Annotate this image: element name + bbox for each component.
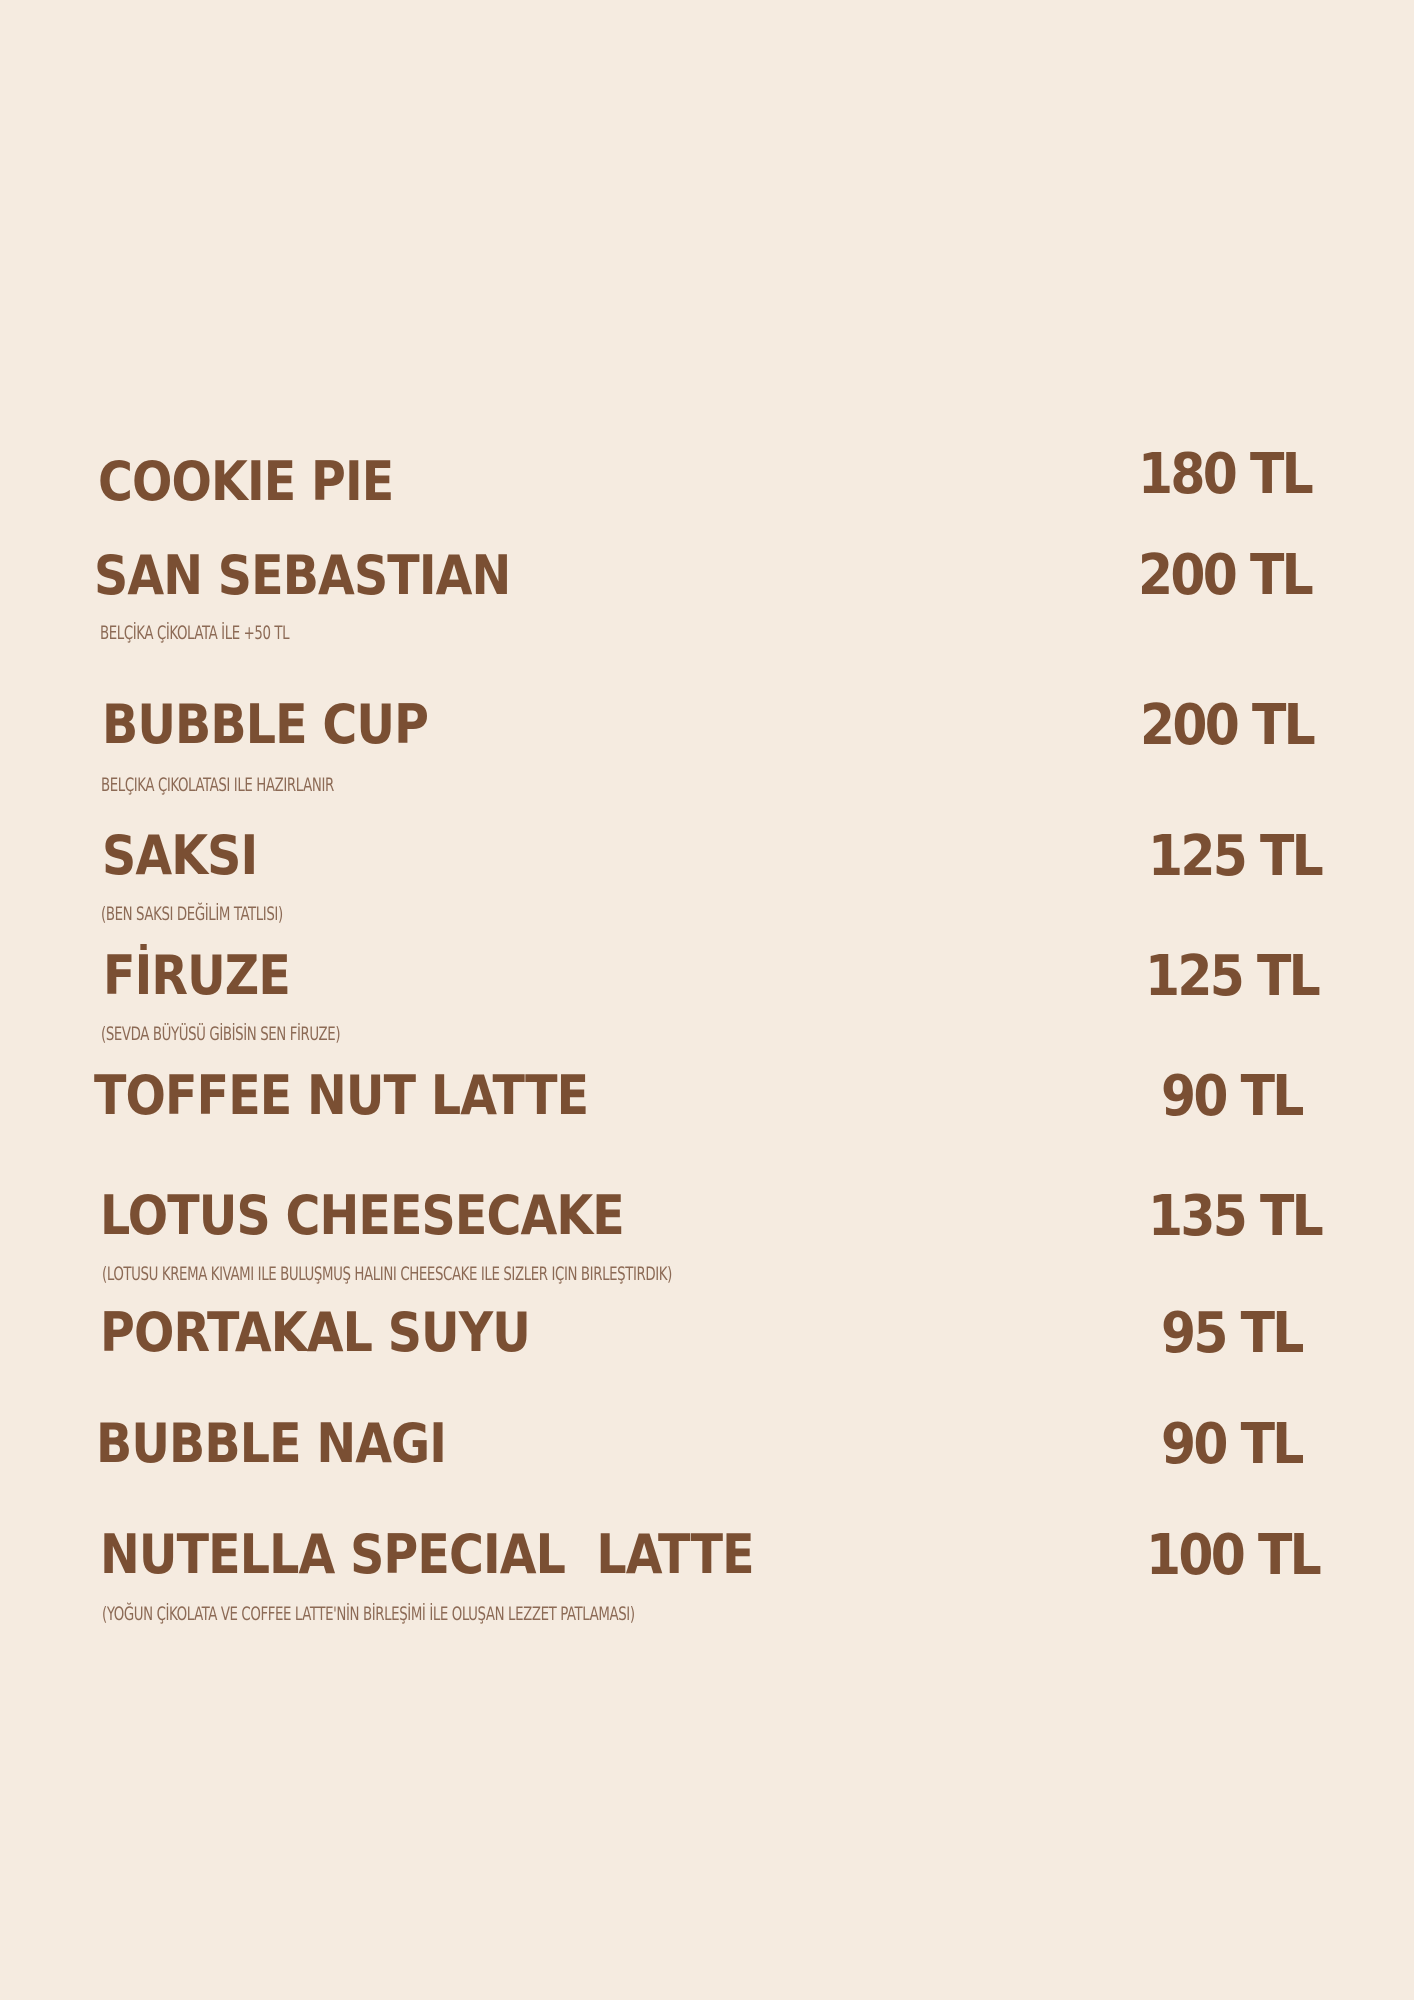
menu-item-price: 125 TL (1148, 824, 1324, 889)
menu-item-name: PORTAKAL SUYU (100, 1301, 531, 1364)
menu-item-name: BUBBLE CUP (102, 693, 429, 756)
menu-item-note: (SEVDA BÜYÜSÜ GİBİSİN SEN FİRUZE) (101, 1023, 341, 1045)
menu-item-name: BUBBLE NAGI (96, 1412, 447, 1475)
menu-item-price: 200 TL (1138, 543, 1314, 608)
menu-item-note: (YOĞUN ÇİKOLATA VE COFFEE LATTE'NİN BİRL… (102, 1603, 635, 1625)
menu-item-price: 100 TL (1146, 1523, 1322, 1588)
menu-item-name: SAN SEBASTIAN (94, 544, 511, 607)
menu-item-name: SAKSI (102, 824, 258, 887)
menu-item-note: (BEN SAKSI DEĞİLİM TATLISI) (101, 903, 283, 925)
menu-item-note: BELÇIKA ÇIKOLATASI ILE HAZIRLANIR (101, 774, 334, 796)
menu-item-price: 95 TL (1161, 1301, 1304, 1366)
menu-page: COOKIE PIE 180 TL SAN SEBASTIAN 200 TL B… (0, 0, 1414, 2000)
menu-item-price: 180 TL (1138, 442, 1314, 507)
menu-item-name: TOFFEE NUT LATTE (94, 1064, 589, 1127)
menu-item-price: 200 TL (1140, 693, 1316, 758)
menu-item-price: 125 TL (1145, 944, 1321, 1009)
menu-item-name: FİRUZE (103, 944, 291, 1007)
menu-item-price: 135 TL (1148, 1184, 1324, 1249)
menu-item-name: NUTELLA SPECIAL LATTE (100, 1523, 755, 1586)
menu-item-name: COOKIE PIE (98, 450, 394, 513)
menu-item-note: (LOTUSU KREMA KIVAMI ILE BULUŞMUŞ HALINI… (102, 1263, 672, 1285)
menu-item-name: LOTUS CHEESECAKE (100, 1184, 625, 1247)
menu-item-price: 90 TL (1161, 1412, 1304, 1477)
menu-item-price: 90 TL (1161, 1064, 1304, 1129)
menu-item-note: BELÇİKA ÇİKOLATA İLE +50 TL (100, 622, 290, 644)
